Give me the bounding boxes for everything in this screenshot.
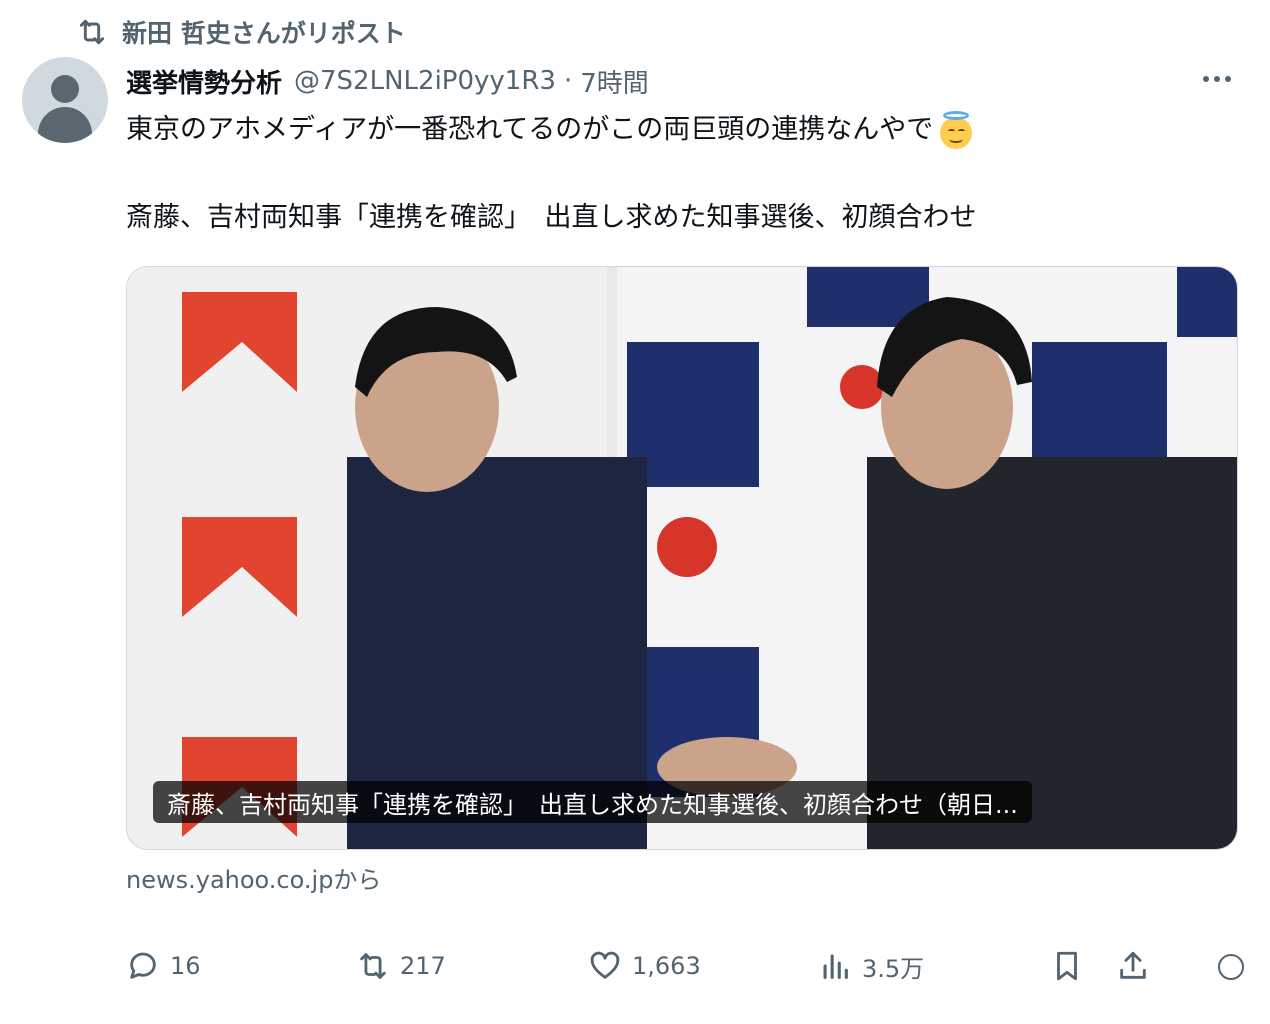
action-bar: 16 217 1,663 3.5万 bbox=[126, 940, 1256, 992]
repost-icon bbox=[79, 19, 105, 45]
tweet-line-2: 斎藤、吉村両知事「連携を確認」 出直し求めた知事選後、初顔合わせ bbox=[126, 196, 1226, 240]
emoji-face bbox=[940, 117, 973, 149]
tweet-line-1-text: 東京のアホメディアが一番恐れてるのがこの両巨頭の連携なんやで bbox=[126, 114, 934, 145]
smiling-face-with-halo-icon bbox=[937, 111, 975, 149]
emoji-eye bbox=[958, 129, 966, 133]
more-dot bbox=[1225, 76, 1231, 82]
reply-icon bbox=[130, 952, 156, 979]
like-icon bbox=[590, 951, 620, 979]
share-button[interactable] bbox=[1116, 940, 1150, 992]
views-icon bbox=[823, 954, 848, 979]
separator-dot: · bbox=[563, 66, 573, 96]
more-icon[interactable] bbox=[1196, 62, 1238, 96]
tweet-header: 選挙情勢分析 @7S2LNL2iP0yy1R3 · 7時間 bbox=[126, 60, 649, 102]
share-icon bbox=[1120, 951, 1146, 979]
views-button[interactable]: 3.5万 bbox=[818, 940, 924, 992]
bookmark-button[interactable] bbox=[1050, 940, 1084, 992]
like-button[interactable]: 1,663 bbox=[588, 940, 701, 992]
timestamp[interactable]: 7時間 bbox=[580, 63, 649, 100]
repost-icon bbox=[360, 953, 386, 979]
card-photo bbox=[127, 267, 1237, 849]
reply-count: 16 bbox=[170, 952, 201, 980]
avatar-head bbox=[51, 75, 79, 103]
emoji-halo bbox=[943, 111, 970, 120]
bookmark-icon bbox=[1057, 951, 1077, 981]
tweet-text: 東京のアホメディアが一番恐れてるのがこの両巨頭の連携なんやで 斎藤、吉村両知事「… bbox=[126, 108, 1226, 240]
reply-button[interactable]: 16 bbox=[126, 940, 201, 992]
like-count: 1,663 bbox=[632, 952, 701, 980]
emoji-eye bbox=[948, 129, 956, 133]
views-count: 3.5万 bbox=[862, 954, 925, 983]
avatar-body bbox=[38, 107, 92, 143]
more-dot bbox=[1203, 76, 1209, 82]
card-source[interactable]: news.yahoo.co.jpから bbox=[126, 860, 381, 895]
card-caption: 斎藤、吉村両知事「連携を確認」 出直し求めた知事選後、初顔合わせ（朝日... bbox=[153, 781, 1032, 823]
link-card[interactable]: 斎藤、吉村両知事「連携を確認」 出直し求めた知事選後、初顔合わせ（朝日... bbox=[126, 266, 1238, 850]
repost-indicator[interactable]: 新田 哲史さんがリポスト bbox=[76, 14, 406, 50]
display-name[interactable]: 選挙情勢分析 bbox=[126, 63, 282, 100]
repost-button[interactable]: 217 bbox=[356, 940, 446, 992]
tweet-line-1: 東京のアホメディアが一番恐れてるのがこの両巨頭の連携なんやで bbox=[126, 108, 1226, 152]
avatar[interactable] bbox=[22, 57, 108, 143]
circle-icon[interactable] bbox=[1218, 954, 1244, 980]
tweet-line-2-text: 斎藤、吉村両知事「連携を確認」 出直し求めた知事選後、初顔合わせ bbox=[126, 202, 977, 233]
repost-count: 217 bbox=[400, 952, 446, 980]
user-handle[interactable]: @7S2LNL2iP0yy1R3 bbox=[294, 66, 556, 96]
repost-text: 新田 哲史さんがリポスト bbox=[122, 19, 406, 48]
more-dot bbox=[1214, 76, 1220, 82]
